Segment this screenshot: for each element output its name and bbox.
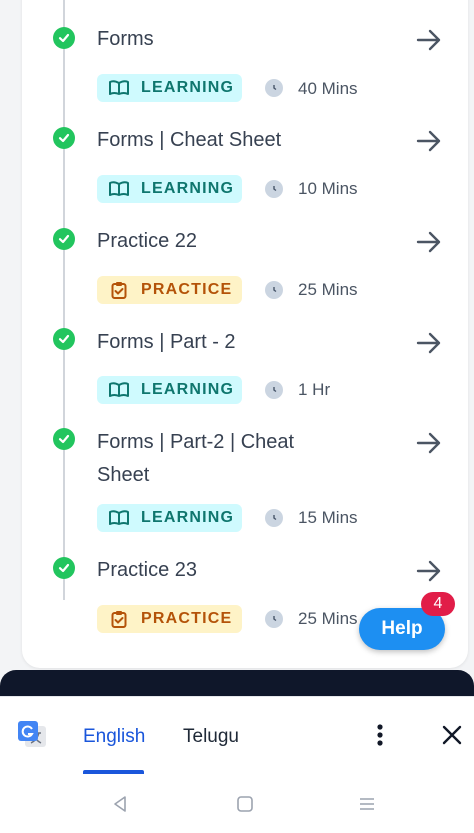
clock-icon	[265, 509, 283, 527]
arrow-right-icon[interactable]	[414, 25, 444, 55]
item-title[interactable]: Forms | Part-2 | Cheat Sheet	[97, 426, 327, 492]
book-open-icon	[109, 508, 129, 528]
arrow-right-icon[interactable]	[414, 227, 444, 257]
type-badge: LEARNING	[97, 376, 242, 404]
system-navigation-bar	[0, 774, 474, 833]
type-badge: LEARNING	[97, 175, 242, 203]
tab-english[interactable]: English	[83, 725, 145, 749]
check-circle-icon	[53, 428, 75, 450]
clipboard-check-icon	[109, 609, 129, 629]
duration-text: 40 Mins	[298, 79, 358, 98]
duration-text: 25 Mins	[298, 280, 358, 299]
translate-bar: English Telugu	[0, 696, 474, 775]
check-circle-icon	[53, 127, 75, 149]
type-badge: PRACTICE	[97, 605, 242, 633]
close-icon[interactable]	[438, 721, 466, 749]
clock-icon	[265, 610, 283, 628]
timeline-line	[63, 0, 65, 600]
arrow-right-icon[interactable]	[414, 556, 444, 586]
check-circle-icon	[53, 328, 75, 350]
badge-label: LEARNING	[141, 79, 235, 96]
more-vertical-icon[interactable]	[370, 721, 390, 749]
item-title[interactable]: Forms	[97, 23, 397, 56]
duration-text: 25 Mins	[298, 609, 358, 628]
type-badge: LEARNING	[97, 74, 242, 102]
clipboard-check-icon	[109, 280, 129, 300]
book-open-icon	[109, 380, 129, 400]
badge-label: PRACTICE	[141, 610, 233, 627]
google-translate-icon[interactable]	[16, 719, 48, 751]
item-title[interactable]: Forms | Cheat Sheet	[97, 124, 397, 157]
duration-text: 1 Hr	[298, 380, 331, 399]
clock-icon	[265, 381, 283, 399]
home-icon[interactable]	[233, 792, 257, 816]
book-open-icon	[109, 78, 129, 98]
type-badge: PRACTICE	[97, 276, 242, 304]
badge-label: LEARNING	[141, 509, 235, 526]
arrow-right-icon[interactable]	[414, 328, 444, 358]
tab-telugu[interactable]: Telugu	[183, 725, 239, 749]
check-circle-icon	[53, 27, 75, 49]
badge-label: PRACTICE	[141, 281, 233, 298]
badge-label: LEARNING	[141, 381, 235, 398]
arrow-right-icon[interactable]	[414, 428, 444, 458]
item-title[interactable]: Practice 23	[97, 554, 397, 587]
book-open-icon	[109, 179, 129, 199]
duration-text: 10 Mins	[298, 179, 358, 198]
clock-icon	[265, 281, 283, 299]
clock-icon	[265, 180, 283, 198]
duration-text: 15 Mins	[298, 508, 358, 527]
badge-label: LEARNING	[141, 180, 235, 197]
type-badge: LEARNING	[97, 504, 242, 532]
check-circle-icon	[53, 228, 75, 250]
arrow-right-icon[interactable]	[414, 126, 444, 156]
item-title[interactable]: Practice 22	[97, 225, 397, 258]
recent-apps-icon[interactable]	[355, 792, 379, 816]
item-title[interactable]: Forms | Part - 2	[97, 326, 397, 359]
clock-icon	[265, 79, 283, 97]
back-icon[interactable]	[108, 792, 132, 816]
check-circle-icon	[53, 557, 75, 579]
help-notification-badge: 4	[421, 592, 455, 616]
